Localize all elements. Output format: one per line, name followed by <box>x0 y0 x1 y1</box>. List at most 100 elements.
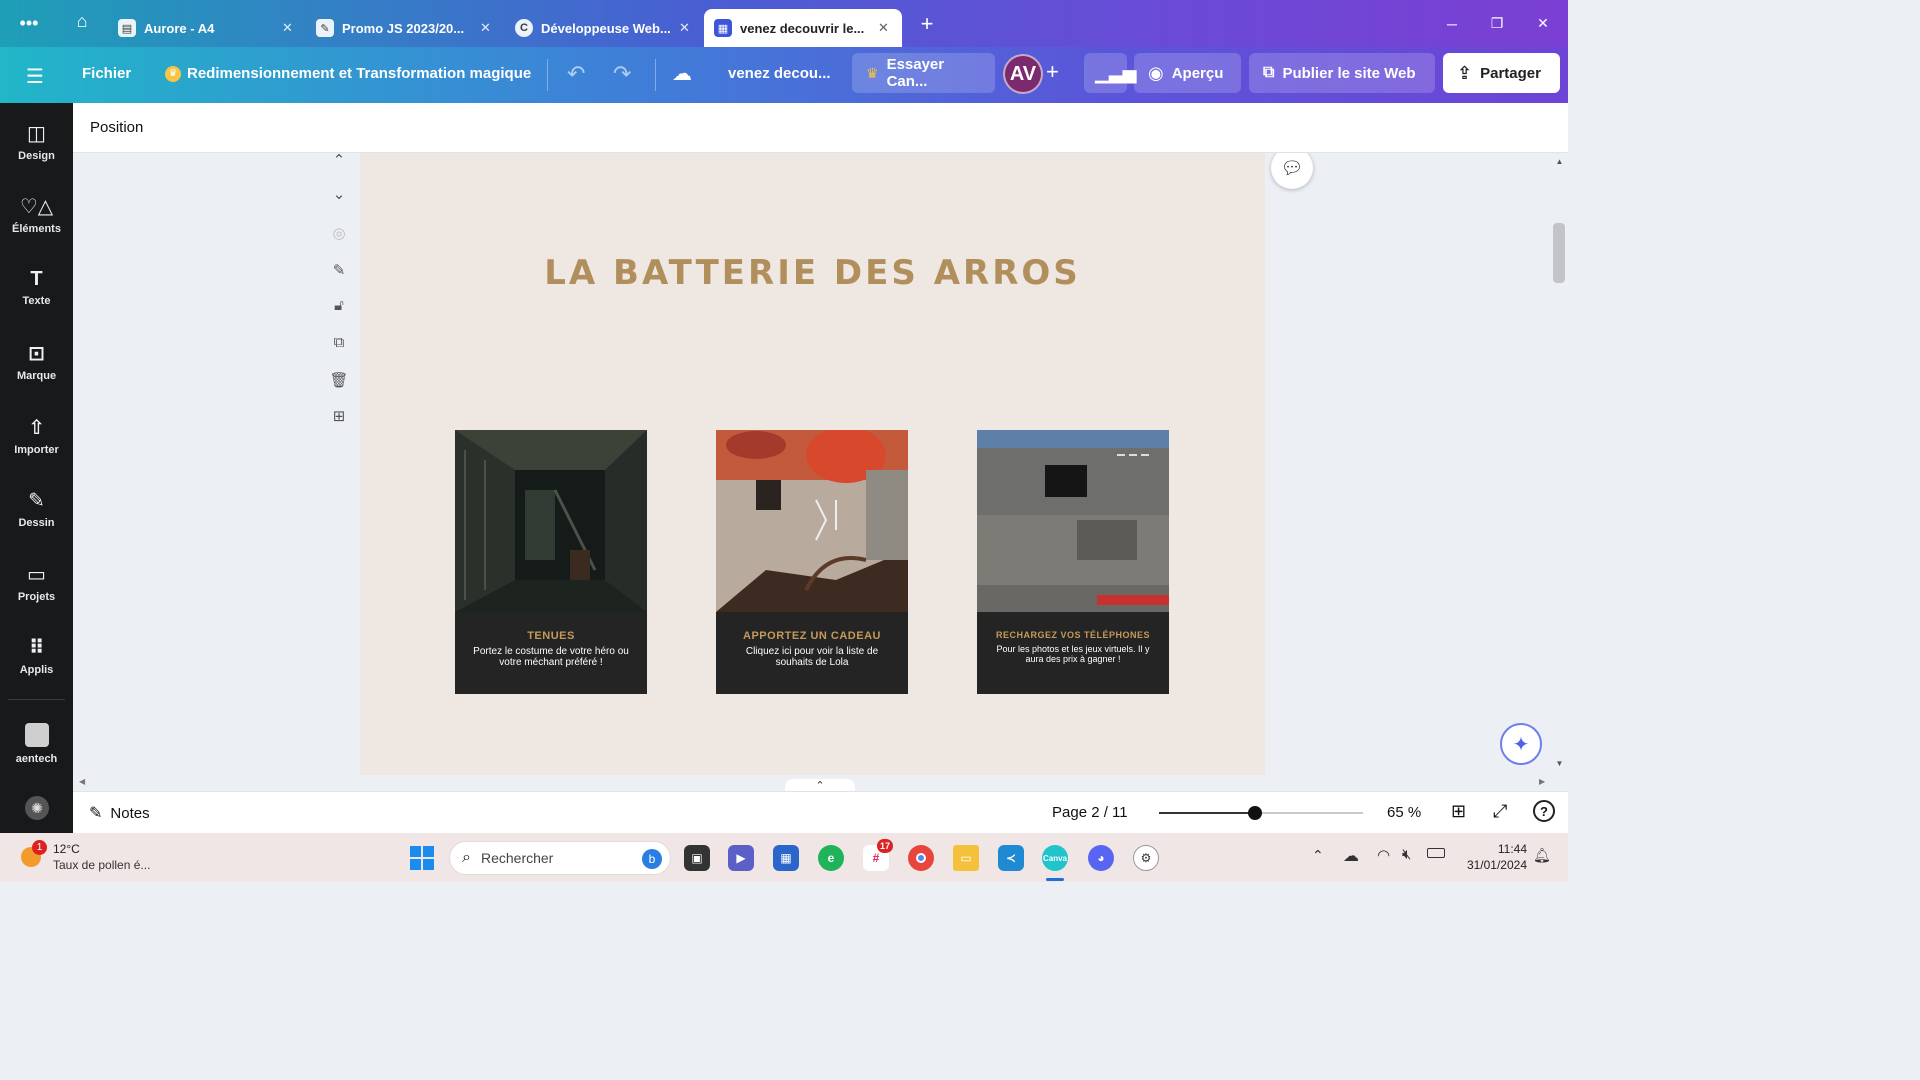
hide-icon[interactable]: ◎ <box>328 224 350 242</box>
more-icon[interactable]: ••• <box>7 13 51 34</box>
sidebar-item-text[interactable]: T Texte <box>0 268 73 307</box>
close-icon[interactable]: ✕ <box>679 20 690 36</box>
close-icon[interactable]: ✕ <box>878 20 889 36</box>
redo-icon[interactable]: ↷ <box>613 61 631 87</box>
task-view-icon[interactable]: ▣ <box>684 845 710 871</box>
teams-icon[interactable]: ▶ <box>728 845 754 871</box>
taskbar-search[interactable]: ⌕ Rechercher b <box>449 841 671 875</box>
sidebar-item-draw[interactable]: ✎ Dessin <box>0 488 73 529</box>
wifi-icon[interactable]: ◠ <box>1377 846 1390 864</box>
undo-icon[interactable]: ↶ <box>567 61 585 87</box>
sidebar-item-design[interactable]: ◫ Design <box>0 121 73 162</box>
clock[interactable]: 11:44 31/01/2024 <box>1459 841 1527 873</box>
sidebar-item-team[interactable]: aentech <box>0 723 73 765</box>
zoom-slider-knob[interactable] <box>1247 806 1262 820</box>
scrollbar-thumb[interactable] <box>1553 223 1565 283</box>
volume-muted-icon[interactable]: 🔇︎ <box>1402 846 1411 863</box>
sidebar-item-brand[interactable]: ⊡ Marque <box>0 341 73 382</box>
resize-button[interactable]: ♛ Redimensionnement et Transformation ma… <box>165 65 531 82</box>
card-cadeau[interactable]: APPORTEZ UN CADEAU Cliquez ici pour voir… <box>716 427 908 694</box>
tab-title: Promo JS 2023/20... <box>342 20 465 36</box>
card-tenues[interactable]: TENUES Portez le costume de votre héro o… <box>455 430 647 694</box>
publish-website-button[interactable]: ⧉ Publier le site Web <box>1249 53 1435 93</box>
share-button[interactable]: ⇪ Partager <box>1443 53 1560 93</box>
chevron-up-icon[interactable]: ⌃ <box>328 153 350 169</box>
tab-venez-decouvrir[interactable]: ▦ venez decouvrir le... ✕ <box>704 9 902 47</box>
sidebar-item-apps[interactable]: ⠿ Applis <box>0 635 73 676</box>
delete-icon[interactable]: 🗑︎ <box>328 371 350 389</box>
restore-icon[interactable]: ❐ <box>1474 0 1520 47</box>
windows-start-icon[interactable] <box>410 846 434 870</box>
edit-notes-icon[interactable]: ✎ <box>328 261 350 279</box>
avatar[interactable]: AV <box>1003 54 1043 94</box>
sidebar-item-projects[interactable]: ▭ Projets <box>0 562 73 603</box>
zoom-level[interactable]: 65 % <box>1387 804 1421 821</box>
position-button[interactable]: Position <box>90 119 143 136</box>
file-explorer-icon[interactable]: ▭ <box>953 845 979 871</box>
evernote-icon[interactable]: e <box>818 845 844 871</box>
scroll-left-icon[interactable]: ◀ <box>79 777 85 786</box>
sidebar-item-label: Texte <box>22 295 51 307</box>
home-icon[interactable]: ⌂ <box>60 11 104 32</box>
vertical-scrollbar[interactable]: ▲ ▼ <box>1551 153 1568 780</box>
add-collaborator-icon[interactable]: + <box>1046 59 1059 85</box>
search-icon: ⌕ <box>462 849 471 866</box>
crown-icon: ♛ <box>866 64 879 81</box>
tab-promo-js[interactable]: ✎ Promo JS 2023/20... ✕ <box>306 9 502 47</box>
fullscreen-icon[interactable]: ⤢ <box>1493 801 1507 822</box>
minimize-icon[interactable]: ─ <box>1429 0 1475 47</box>
chrome-center <box>916 853 926 863</box>
card-telephones[interactable]: RECHARGEZ VOS TÉLÉPHONES Pour les photos… <box>977 430 1169 694</box>
weather-widget[interactable]: 1 12°C Taux de pollen é... <box>18 839 178 877</box>
add-page-icon[interactable]: ⊞ <box>328 407 350 425</box>
chevron-down-icon[interactable]: ⌄ <box>328 185 350 203</box>
brand-icon: ⊡ <box>28 343 45 365</box>
try-canva-pro-button[interactable]: ♛ Essayer Can... <box>852 53 995 93</box>
help-icon[interactable]: ? <box>1533 800 1555 822</box>
close-icon[interactable]: ✕ <box>282 20 293 36</box>
document-title[interactable]: venez decou... <box>728 65 831 82</box>
tab-aurore[interactable]: ▤ Aurore - A4 ✕ <box>108 9 304 47</box>
slack-icon[interactable]: # 17 <box>863 839 893 871</box>
hamburger-icon[interactable]: ☰ <box>26 64 44 89</box>
sidebar-item-upload[interactable]: ⇧ Importer <box>0 415 73 456</box>
team-icon <box>24 723 49 747</box>
vscode-icon[interactable]: ≺ <box>998 845 1024 871</box>
close-icon[interactable]: ✕ <box>480 20 491 36</box>
horizontal-scrollbar[interactable]: ◀ ⌃ ▶ <box>73 775 1551 793</box>
scroll-right-icon[interactable]: ▶ <box>1539 777 1545 786</box>
close-window-icon[interactable]: ✕ <box>1520 0 1566 47</box>
sidebar-item-elements[interactable]: ♡△ Éléments <box>0 194 73 235</box>
zoom-slider[interactable] <box>1159 806 1363 820</box>
add-comment-icon[interactable]: 💬︎ <box>1271 153 1313 189</box>
notification-bell-icon[interactable]: 🔔︎ <box>1533 847 1551 864</box>
canva-active-indicator <box>1046 878 1064 881</box>
onedrive-icon[interactable]: ☁ <box>1343 846 1359 866</box>
tab-developpeuse[interactable]: C Développeuse Web... ✕ <box>505 9 701 47</box>
page-title[interactable]: LA BATTERIE DES ARROS <box>360 253 1265 293</box>
grid-view-icon[interactable]: ⊞ <box>1451 801 1466 822</box>
canva-icon[interactable]: Canva <box>1042 845 1068 871</box>
scroll-up-icon[interactable]: ▲ <box>1551 157 1568 166</box>
card-text: Pour les photos et les jeux virtuels. Il… <box>996 644 1150 664</box>
new-tab-button[interactable]: + <box>905 11 949 37</box>
chrome-icon[interactable] <box>908 845 934 871</box>
duplicate-page-icon[interactable]: ⧉ <box>328 334 350 351</box>
lock-icon[interactable]: 🔓︎ <box>328 297 350 314</box>
preview-button[interactable]: ◉ Aperçu <box>1134 53 1241 93</box>
battery-icon[interactable] <box>1427 848 1445 858</box>
ai-assistant-icon[interactable]: ✺ <box>25 796 49 820</box>
page-indicator[interactable]: Page 2 / 11 <box>1052 804 1128 821</box>
weather-badge: 1 <box>32 840 47 855</box>
design-page[interactable]: LA BATTERIE DES ARROS TENUES Portez le c… <box>360 153 1265 780</box>
file-menu-button[interactable]: Fichier <box>82 65 131 82</box>
store-icon[interactable]: ▦ <box>773 845 799 871</box>
steam-icon[interactable]: ⚙ <box>1133 845 1159 871</box>
notes-button[interactable]: ✎ Notes <box>89 803 150 823</box>
discord-icon[interactable]: ◕ <box>1088 845 1114 871</box>
magic-sparkle-icon[interactable]: ✦ <box>1500 723 1542 765</box>
insights-button[interactable]: ▁▃▅ <box>1084 53 1137 93</box>
cloud-save-icon[interactable]: ☁ <box>672 61 692 86</box>
scroll-down-icon[interactable]: ▼ <box>1551 759 1568 768</box>
show-hidden-icons-icon[interactable]: ⌃ <box>1312 847 1324 864</box>
